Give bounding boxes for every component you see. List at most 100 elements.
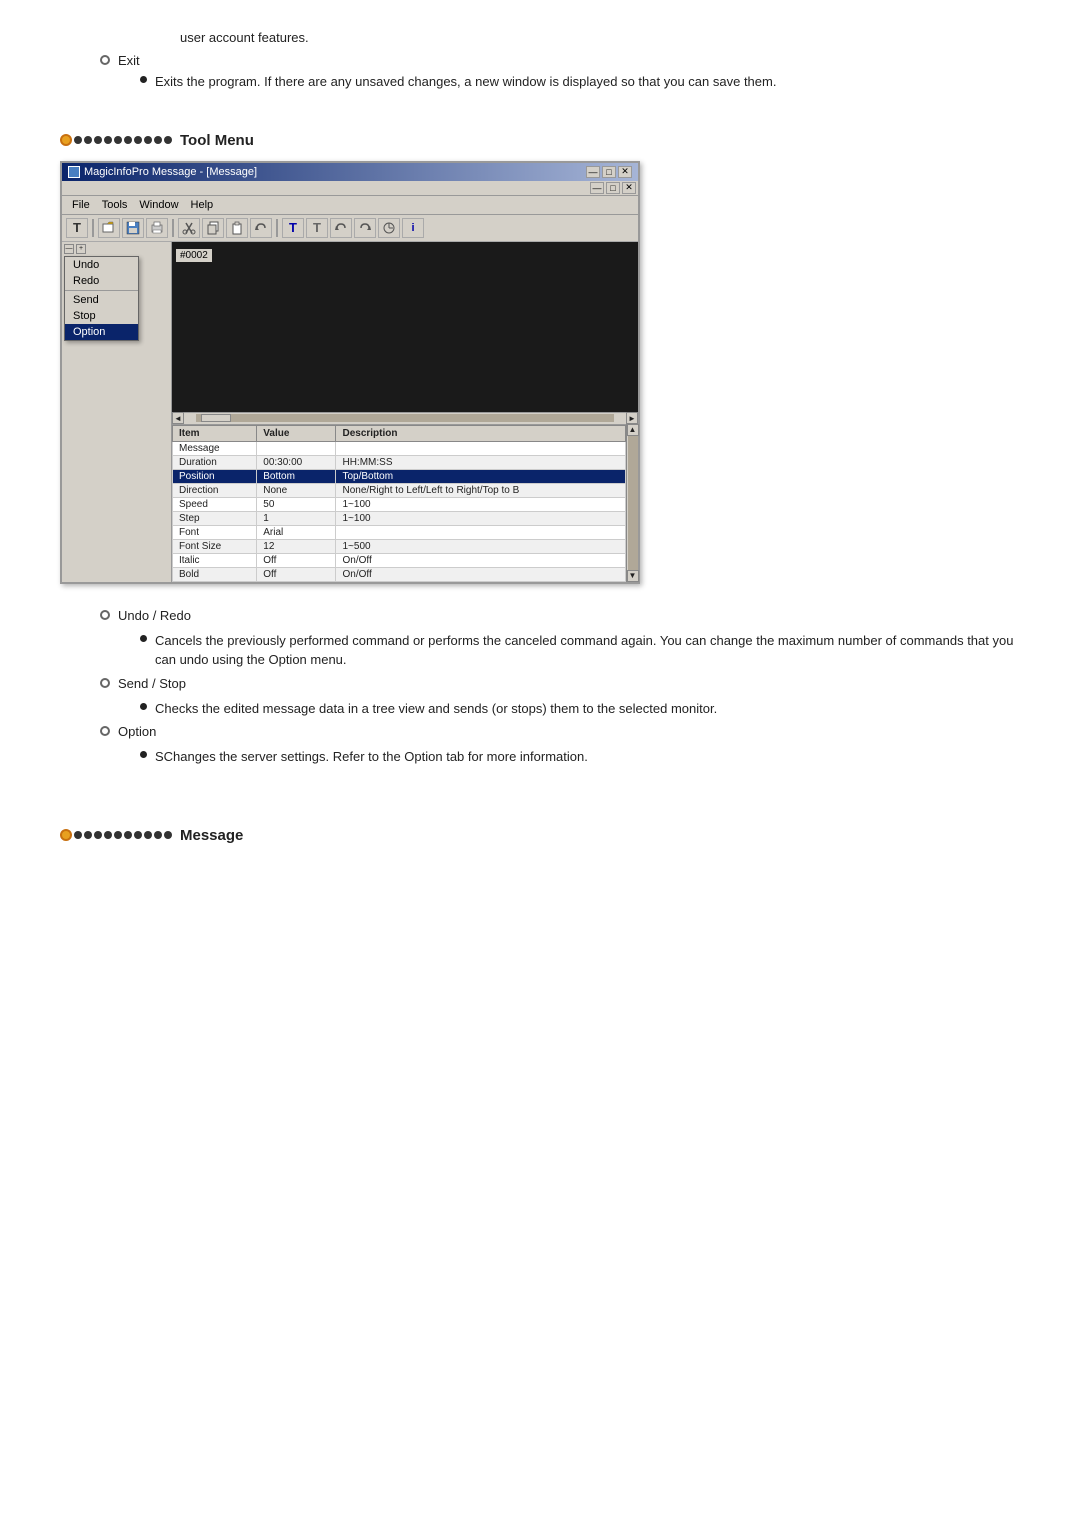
toolbar-btn-cut[interactable]: [178, 218, 200, 238]
toolbar-btn-e[interactable]: [378, 218, 400, 238]
v-scrollbar[interactable]: ▲ ▼: [626, 424, 638, 582]
toolbar-btn-T[interactable]: T: [66, 218, 88, 238]
scroll-right-arrow[interactable]: ►: [626, 412, 638, 424]
msg-dot-orange: [60, 829, 72, 841]
toolbar-separator-3: [276, 219, 278, 237]
msg-dot-8: [144, 831, 152, 839]
option-desc-row: SChanges the server settings. Refer to t…: [60, 747, 1020, 767]
dot-6: [124, 136, 132, 144]
menu-window[interactable]: Window: [133, 198, 184, 212]
exit-bullet-dot: [140, 76, 147, 83]
table-row[interactable]: Font Size121~500: [173, 539, 626, 553]
dot-7: [134, 136, 142, 144]
menu-file[interactable]: File: [66, 198, 96, 212]
dot-9: [154, 136, 162, 144]
table-row[interactable]: Duration00:30:00HH:MM:SS: [173, 455, 626, 469]
table-row[interactable]: ItalicOffOn/Off: [173, 553, 626, 567]
restore-button[interactable]: □: [602, 166, 616, 178]
menu-stop[interactable]: Stop: [65, 308, 138, 324]
scroll-up-arrow[interactable]: ▲: [627, 424, 639, 436]
toolbar-btn-undo[interactable]: [250, 218, 272, 238]
toolbar: T T T: [62, 215, 638, 242]
toolbar-btn-T3[interactable]: T: [306, 218, 328, 238]
inner-close[interactable]: ✕: [622, 182, 636, 194]
inner-restore[interactable]: □: [606, 182, 620, 194]
send-stop-dot: [140, 703, 147, 710]
menu-tools[interactable]: Tools: [96, 198, 134, 212]
table-row[interactable]: FontArial: [173, 525, 626, 539]
undo-redo-desc: Cancels the previously performed command…: [155, 631, 1020, 670]
scroll-track-h[interactable]: [196, 414, 614, 422]
toolbar-btn-paste[interactable]: [226, 218, 248, 238]
scroll-down-arrow[interactable]: ▼: [627, 570, 639, 582]
close-button[interactable]: ✕: [618, 166, 632, 178]
msg-dot-7: [134, 831, 142, 839]
sidebar-tree: — + Undo Redo Send Stop Option: [64, 244, 169, 341]
dot-1: [74, 136, 82, 144]
tree-expand[interactable]: +: [76, 244, 86, 254]
toolbar-separator-1: [92, 219, 94, 237]
menu-help[interactable]: Help: [185, 198, 220, 212]
title-bar-left: MagicInfoPro Message - [Message]: [68, 166, 257, 178]
msg-dot-4: [104, 831, 112, 839]
undo-redo-dot: [140, 635, 147, 642]
toolbar-btn-copy[interactable]: [202, 218, 224, 238]
tool-menu-header: Tool Menu: [60, 132, 1020, 149]
col-header-desc: Description: [336, 425, 626, 441]
menu-option[interactable]: Option: [65, 324, 138, 340]
table-row[interactable]: Message: [173, 441, 626, 455]
scroll-track-v[interactable]: [628, 436, 638, 570]
menu-undo[interactable]: Undo: [65, 257, 138, 273]
properties-table: Item Value Description MessageDuration00…: [172, 425, 626, 582]
send-stop-label: Send / Stop: [118, 676, 186, 691]
send-stop-section: Send / Stop: [60, 676, 1020, 691]
dot-4: [104, 136, 112, 144]
toolbar-btn-undo2[interactable]: [330, 218, 352, 238]
undo-redo-circle: [100, 610, 110, 620]
dot-5: [114, 136, 122, 144]
table-row[interactable]: PositionBottomTop/Bottom: [173, 469, 626, 483]
menu-send[interactable]: Send: [65, 292, 138, 308]
title-bar-controls[interactable]: — □ ✕: [586, 166, 632, 178]
dot-3: [94, 136, 102, 144]
inner-controls[interactable]: — □ ✕: [590, 182, 636, 194]
h-scrollbar[interactable]: ◄ ►: [172, 412, 638, 424]
scroll-thumb-h[interactable]: [201, 414, 231, 422]
dot-orange: [60, 134, 72, 146]
exit-desc: Exits the program. If there are any unsa…: [155, 72, 776, 92]
table-row[interactable]: BoldOffOn/Off: [173, 567, 626, 581]
msg-dot-9: [154, 831, 162, 839]
menu-redo[interactable]: Redo: [65, 273, 138, 289]
canvas: #0002: [172, 242, 638, 412]
app-title: MagicInfoPro Message - [Message]: [84, 166, 257, 178]
undo-redo-desc-row: Cancels the previously performed command…: [60, 631, 1020, 670]
toolbar-btn-print[interactable]: [146, 218, 168, 238]
toolbar-btn-redo[interactable]: [354, 218, 376, 238]
message-dot-row: [60, 829, 174, 841]
send-stop-circle: [100, 678, 110, 688]
msg-dot-6: [124, 831, 132, 839]
app-icon: [68, 166, 80, 178]
scroll-left-arrow[interactable]: ◄: [172, 412, 184, 424]
table-row[interactable]: Speed501~100: [173, 497, 626, 511]
toolbar-btn-info[interactable]: i: [402, 218, 424, 238]
main-canvas-area: #0002 ◄ ►: [172, 242, 638, 582]
menu-bar: File Tools Window Help: [62, 196, 638, 215]
message-section-header: Message: [60, 827, 1020, 844]
window-content: — + Undo Redo Send Stop Option: [62, 242, 638, 582]
option-desc: SChanges the server settings. Refer to t…: [155, 747, 588, 767]
table-row[interactable]: Step11~100: [173, 511, 626, 525]
msg-dot-10: [164, 831, 172, 839]
undo-redo-label: Undo / Redo: [118, 608, 191, 623]
table-row[interactable]: DirectionNoneNone/Right to Left/Left to …: [173, 483, 626, 497]
msg-dot-3: [94, 831, 102, 839]
dot-2: [84, 136, 92, 144]
toolbar-btn-open[interactable]: [98, 218, 120, 238]
toolbar-btn-T2[interactable]: T: [282, 218, 304, 238]
minimize-button[interactable]: —: [586, 166, 600, 178]
send-stop-desc: Checks the edited message data in a tree…: [155, 699, 717, 719]
inner-minimize[interactable]: —: [590, 182, 604, 194]
counter-text: #0002: [176, 249, 212, 262]
tree-collapse[interactable]: —: [64, 244, 74, 254]
toolbar-btn-save[interactable]: [122, 218, 144, 238]
